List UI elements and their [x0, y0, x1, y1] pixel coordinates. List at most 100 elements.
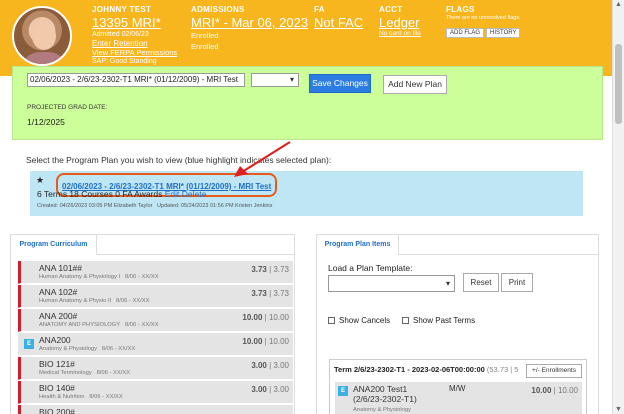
course-hours-value: 3.73 — [251, 289, 267, 298]
course-code: ANA200 — [39, 335, 71, 345]
course-hours-value: 3.73 — [251, 265, 267, 274]
course-title: ANATOMY AND PHYSIOLOGY — [39, 322, 121, 328]
term-course-hours: 10.00 | 10.00 — [531, 386, 578, 395]
course-hours: 10.00 | 10.00 — [242, 337, 289, 346]
delete-plan-link[interactable]: Delete — [182, 189, 207, 199]
plan-select[interactable]: 02/06/2023 - 2/6/23-2302-T1 MRI* (01/12/… — [27, 73, 245, 87]
course-row[interactable]: ANA 102# Human Anatomy & Physio II 8/06 -… — [18, 285, 293, 308]
show-past-terms-checkbox[interactable]: Show Past Terms — [402, 316, 475, 325]
course-name: Medical Terminology 8/06 - XX/XX — [39, 370, 130, 376]
plan-meta: Created: 04/26/2023 03:05 PM Elizabeth T… — [37, 203, 272, 209]
fa-link[interactable]: Not FAC — [314, 15, 363, 30]
term-label: Term 2/6/23-2302-T1 - 2023-02-06T00:00:0… — [334, 365, 485, 374]
course-hours-value: 3.00 — [251, 361, 267, 370]
course-row[interactable]: BIO 121# Medical Terminology 8/06 - XX/XX… — [18, 357, 293, 380]
show-past-terms-label: Show Past Terms — [413, 316, 476, 325]
course-name: Human Anatomy & Physiology I 8/06 - XX/X… — [39, 274, 159, 280]
course-hours: 3.00 | 3.00 — [251, 385, 289, 394]
course-range: 8/06 - XX/XX — [89, 394, 123, 400]
projected-grad-label: PROJECTED GRAD DATE: — [27, 104, 108, 111]
course-title: Anatomy & Physiology — [39, 346, 97, 352]
avatar — [12, 6, 72, 66]
program-plan-items-panel: Program Plan Items Load a Plan Template:… — [316, 234, 599, 414]
course-row[interactable]: BIO 140# Health & Nutrition 8/06 - XX/XX 3… — [18, 381, 293, 404]
acct-info: ACCT Ledger No card on file — [379, 5, 421, 37]
plan-editor-panel: 02/06/2023 - 2/6/23-2302-T1 MRI* (01/12/… — [12, 66, 603, 140]
student-id-link[interactable]: 13395 MRI* — [92, 15, 177, 30]
term-header: Term 2/6/23-2302-T1 - 2023-02-06T00:00:0… — [334, 365, 518, 374]
no-card-link[interactable]: No card on file — [379, 30, 421, 37]
course-code: BIO 121# — [39, 359, 75, 369]
course-code: BIO 200# — [39, 407, 75, 414]
selected-plan-card[interactable]: ★ 02/06/2023 - 2/6/23-2302-T1 MRI* (01/1… — [30, 171, 583, 216]
term-course-name: Anatomy & Physiology — [353, 407, 411, 413]
print-button[interactable]: Print — [501, 273, 533, 292]
term-course-item[interactable]: E ANA200 Test1 (2/6/23-2302-T1) M/W Anato… — [335, 382, 582, 414]
fa-label: FA — [314, 5, 325, 14]
scroll-thumb[interactable] — [615, 44, 622, 124]
avatar-face — [32, 22, 56, 50]
flags-label: FLAGS — [446, 5, 475, 14]
plan-updated: Updated: 05/24/2023 01:56 PM Kristen Jen… — [157, 203, 273, 209]
avatar-shirt — [20, 52, 68, 64]
view-ferpa-link[interactable]: View FERPA Permissions — [92, 48, 177, 57]
scroll-down-icon[interactable]: ▼ — [615, 406, 622, 413]
course-hours-total: 3.73 — [273, 289, 289, 298]
student-info: JOHNNY TEST 13395 MRI* Admitted 02/06/23… — [92, 5, 177, 65]
admissions-info: ADMISSIONS MRI* - Mar 06, 2023 Enrolled … — [191, 5, 308, 51]
plan-stats: 6 Terms 18 Courses 0 FA Awards Edit Dele… — [37, 189, 206, 199]
course-title: Human Anatomy & Physio II — [39, 298, 112, 304]
checkbox-box[interactable] — [328, 317, 335, 324]
page-scrollbar[interactable]: ▲ ▼ — [612, 0, 624, 414]
acct-label: ACCT — [379, 5, 403, 14]
edit-plan-link[interactable]: Edit — [165, 189, 180, 199]
add-flag-button[interactable]: ADD FLAG — [446, 28, 485, 38]
course-code: ANA 102# — [39, 287, 78, 297]
add-new-plan-button[interactable]: Add New Plan — [383, 75, 447, 94]
load-template-label: Load a Plan Template: — [328, 263, 413, 273]
tab-divider — [97, 254, 295, 255]
elective-badge: E — [24, 339, 34, 349]
term-hours: (53.73 | 5 — [486, 365, 519, 374]
course-hours-total: 3.00 — [273, 385, 289, 394]
course-name: Anatomy & Physiology 8/06 - XX/XX — [39, 346, 135, 352]
course-hours-total: 3.73 — [273, 265, 289, 274]
term-course-hours-value: 10.00 — [531, 386, 552, 395]
show-cancels-checkbox[interactable]: Show Cancels — [328, 316, 390, 325]
plan-template-select[interactable]: ▾ — [328, 275, 455, 292]
enter-retention-link[interactable]: Enter Retention — [92, 39, 177, 48]
course-hours: 3.73 | 3.73 — [251, 265, 289, 274]
tab-program-plan-items[interactable]: Program Plan Items — [317, 235, 399, 255]
course-hours: 10.00 | 10.00 — [242, 313, 289, 322]
arrow-annotation-icon — [234, 141, 291, 177]
program-curriculum-panel: Program Curriculum ANA 101## Human Anatom… — [10, 234, 295, 414]
admissions-link[interactable]: MRI* - Mar 06, 2023 — [191, 15, 308, 30]
term-course-days: M/W — [449, 384, 466, 393]
flags-info: FLAGS There are no unresolved flags. ADD… — [446, 5, 522, 39]
course-row[interactable]: E ANA200 Anatomy & Physiology 8/06 - XX/XX… — [18, 333, 293, 356]
course-hours-total: 10.00 — [268, 337, 289, 346]
checkbox-box[interactable] — [402, 317, 409, 324]
fa-info: FA Not FAC — [314, 5, 363, 30]
course-title: Medical Terminology — [39, 370, 92, 376]
ledger-link[interactable]: Ledger — [379, 15, 421, 30]
course-range: 8/06 - XX/XX — [116, 298, 150, 304]
term-block: Term 2/6/23-2302-T1 - 2023-02-06T00:00:0… — [329, 359, 587, 414]
course-title: Health & Nutrition — [39, 394, 85, 400]
enrollments-button[interactable]: +/- Enrollments — [526, 364, 582, 378]
course-hours-total: 3.00 — [273, 361, 289, 370]
tab-program-curriculum[interactable]: Program Curriculum — [11, 235, 97, 255]
reset-button[interactable]: Reset — [463, 273, 499, 292]
term-course-code-line2: (2/6/23-2302-T1) — [353, 394, 417, 404]
course-row[interactable]: ANA 200# ANATOMY AND PHYSIOLOGY 8/06 - XX… — [18, 309, 293, 332]
admissions-label: ADMISSIONS — [191, 5, 245, 14]
star-icon[interactable]: ★ — [36, 175, 44, 186]
save-changes-button[interactable]: Save Changes — [309, 74, 371, 93]
secondary-select[interactable]: ▾ — [251, 73, 299, 87]
history-button[interactable]: HISTORY — [486, 28, 521, 38]
scroll-up-icon[interactable]: ▲ — [615, 1, 622, 8]
term-course-hours-total: 10.00 — [557, 386, 578, 395]
course-row[interactable]: ANA 101## Human Anatomy & Physiology I 8/… — [18, 261, 293, 284]
course-title: Human Anatomy & Physiology I — [39, 274, 121, 280]
course-row[interactable]: BIO 200# — [18, 405, 293, 414]
